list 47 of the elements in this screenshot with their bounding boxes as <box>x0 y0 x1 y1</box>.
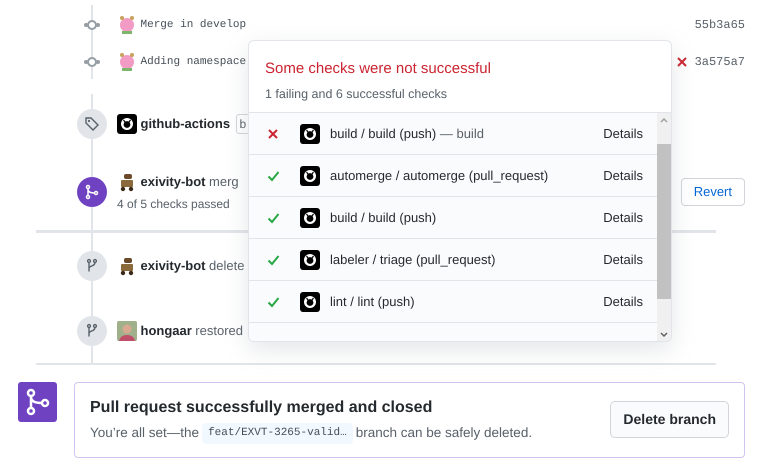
event-badge <box>77 251 107 281</box>
commit-dot <box>87 20 97 30</box>
details-link[interactable]: Details <box>603 250 643 270</box>
commit-message[interactable]: Merge in develop <box>140 16 246 34</box>
status-text: You’re all set—the <box>90 424 200 442</box>
app-logo-icon <box>300 250 320 270</box>
check-name: labeler / triage (pull_request) <box>330 250 496 269</box>
event-text: delete <box>209 257 244 276</box>
branch-name: feat/EXVT-3265-valid… <box>202 423 353 444</box>
check-name: lint / lint (push) <box>330 292 415 311</box>
details-link[interactable]: Details <box>603 166 643 186</box>
details-link[interactable]: Details <box>603 124 643 144</box>
author-link[interactable]: exivity-bot <box>140 172 206 192</box>
commit-dot <box>87 57 97 67</box>
app-logo-icon <box>300 208 320 228</box>
commit-message[interactable]: Adding namespace <box>140 54 246 70</box>
event-badge <box>77 316 107 346</box>
app-logo-icon <box>300 124 320 144</box>
app-logo-icon <box>300 292 320 312</box>
author-link[interactable]: exivity-bot <box>140 256 206 276</box>
event-badge <box>77 109 107 139</box>
event-text: merg <box>209 172 239 191</box>
avatar-icon <box>117 114 137 134</box>
check-name: automerge / automerge (pull_request) <box>330 166 548 185</box>
revert-button[interactable]: Revert <box>680 178 745 206</box>
event-text: restored <box>195 322 243 340</box>
avatar-icon <box>117 15 137 35</box>
checks-status[interactable]: 4 of 5 checks passed <box>117 194 239 212</box>
check-name: build / build (push) <box>330 208 436 227</box>
check-name: build / build (push) — build <box>330 124 484 143</box>
delete-branch-button[interactable]: Delete branch <box>610 401 729 438</box>
merge-title: Pull request successfully merged and closed <box>90 398 434 418</box>
popover-title: Some checks were not successful <box>265 59 492 79</box>
scrollbar[interactable] <box>657 113 671 341</box>
merge-icon <box>18 382 57 422</box>
commit-sha[interactable]: 3a575a7 <box>694 53 745 71</box>
avatar-icon <box>117 321 137 341</box>
author-link[interactable]: github-actions <box>140 114 230 134</box>
app-logo-icon <box>300 166 320 186</box>
details-link[interactable]: Details <box>603 208 643 228</box>
status-text: branch can be safely deleted. <box>356 424 532 442</box>
popover-subtitle: 1 failing and 6 successful checks <box>265 86 448 103</box>
commit-sha[interactable]: 55b3a65 <box>694 16 745 34</box>
avatar-icon <box>117 52 137 72</box>
event-badge <box>77 177 107 207</box>
author-link[interactable]: hongaar <box>140 321 192 341</box>
details-link[interactable]: Details <box>603 292 643 312</box>
